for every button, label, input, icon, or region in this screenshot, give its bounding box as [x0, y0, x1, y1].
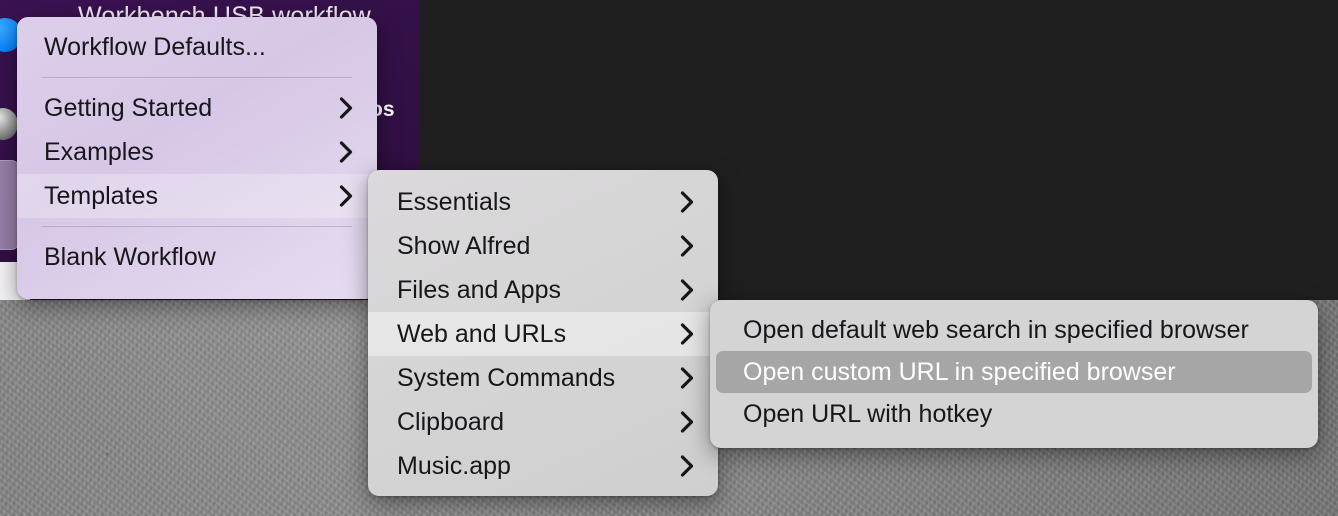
menu-item-label: Files and Apps	[397, 275, 561, 304]
menu-separator	[42, 77, 352, 78]
menu-item-label: System Commands	[397, 363, 616, 392]
chevron-right-icon	[679, 454, 696, 478]
menu-item-examples[interactable]: Examples	[17, 130, 377, 174]
menu-separator	[42, 226, 352, 227]
chevron-right-icon	[338, 140, 355, 164]
menu-item-open-default-web-search[interactable]: Open default web search in specified bro…	[716, 309, 1312, 351]
menu-item-label: Blank Workflow	[44, 242, 216, 271]
chevron-right-icon	[338, 184, 355, 208]
menu-item-clipboard[interactable]: Clipboard	[368, 400, 718, 444]
menu-item-label: Examples	[44, 137, 154, 166]
chevron-right-icon	[679, 190, 696, 214]
menu-item-label: Getting Started	[44, 93, 213, 122]
menu-item-open-custom-url[interactable]: Open custom URL in specified browser	[716, 351, 1312, 393]
menu-item-blank-workflow[interactable]: Blank Workflow	[17, 235, 377, 279]
chevron-right-icon	[679, 234, 696, 258]
chevron-right-icon	[679, 278, 696, 302]
chevron-right-icon	[338, 96, 355, 120]
chevron-right-icon	[679, 410, 696, 434]
templates-category-submenu[interactable]: Essentials Show Alfred Files and Apps We…	[368, 170, 718, 496]
menu-item-label: Open URL with hotkey	[743, 399, 993, 428]
menu-item-label: Workflow Defaults...	[44, 32, 266, 61]
menu-item-label: Essentials	[397, 187, 511, 216]
menu-item-essentials[interactable]: Essentials	[368, 180, 718, 224]
menu-item-open-url-with-hotkey[interactable]: Open URL with hotkey	[716, 393, 1312, 435]
alfred-workflow-menu[interactable]: Workflow Defaults... Getting Started Exa…	[17, 17, 377, 299]
menu-item-files-and-apps[interactable]: Files and Apps	[368, 268, 718, 312]
menu-item-show-alfred[interactable]: Show Alfred	[368, 224, 718, 268]
web-and-urls-submenu[interactable]: Open default web search in specified bro…	[710, 300, 1318, 448]
chevron-right-icon	[679, 366, 696, 390]
chevron-right-icon	[679, 322, 696, 346]
menu-item-workflow-defaults[interactable]: Workflow Defaults...	[17, 25, 377, 69]
menu-item-web-and-urls[interactable]: Web and URLs	[368, 312, 718, 356]
menu-item-label: Templates	[44, 181, 158, 210]
screen: Workbench USB workflow os Workflow Defau…	[0, 0, 1338, 516]
menu-item-label: Open custom URL in specified browser	[743, 357, 1176, 386]
menu-item-label: Web and URLs	[397, 319, 567, 348]
menu-item-label: Clipboard	[397, 407, 505, 436]
menu-item-music-app[interactable]: Music.app	[368, 444, 718, 488]
menu-item-getting-started[interactable]: Getting Started	[17, 86, 377, 130]
menu-item-label: Music.app	[397, 451, 511, 480]
menu-item-templates[interactable]: Templates	[17, 174, 377, 218]
menu-item-system-commands[interactable]: System Commands	[368, 356, 718, 400]
gray-circle-icon	[0, 108, 18, 140]
menu-item-label: Open default web search in specified bro…	[743, 315, 1249, 344]
menu-item-label: Show Alfred	[397, 231, 531, 260]
